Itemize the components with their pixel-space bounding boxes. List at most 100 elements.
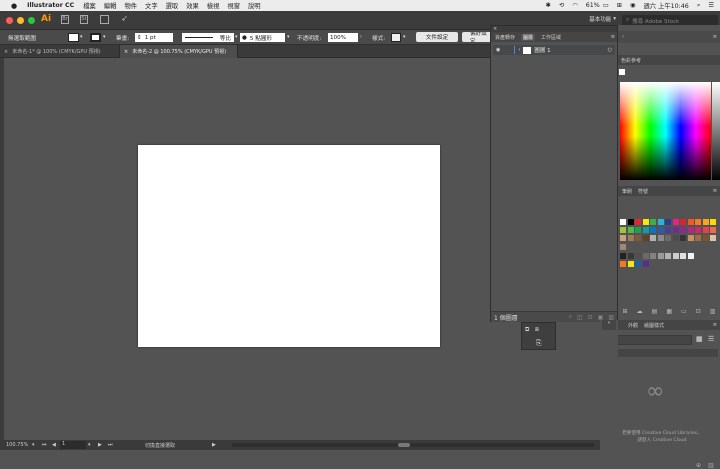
menu-object[interactable]: 物件 <box>124 1 137 10</box>
grid-view-icon[interactable]: ▦ <box>696 335 703 343</box>
expand-arrow-icon[interactable]: › <box>518 47 520 53</box>
chevron-down-icon[interactable]: ▾ <box>32 442 35 448</box>
color-swatch[interactable] <box>702 227 709 233</box>
color-swatch[interactable] <box>687 235 694 241</box>
status-menu-arrow-icon[interactable]: ▶ <box>212 442 216 448</box>
close-window-button[interactable] <box>6 17 13 24</box>
color-swatch[interactable] <box>695 227 701 233</box>
menu-select[interactable]: 選取 <box>166 1 179 10</box>
color-swatch[interactable] <box>657 219 664 225</box>
fill-swatch[interactable] <box>68 33 79 42</box>
visibility-eye-icon[interactable]: ◉ <box>496 47 500 53</box>
document-setup-button[interactable]: 文件設定 <box>416 32 458 42</box>
color-swatch[interactable] <box>702 235 709 241</box>
color-grayscale-strip[interactable] <box>712 82 720 180</box>
last-artboard-icon[interactable]: ⏭ <box>108 442 113 448</box>
spotlight-icon[interactable]: ⌕ <box>697 2 701 10</box>
minimize-window-button[interactable] <box>17 17 24 24</box>
prev-artboard-icon[interactable]: ◀ <box>52 442 56 448</box>
color-swatch[interactable] <box>695 219 701 225</box>
color-swatch[interactable] <box>620 261 626 267</box>
color-swatch[interactable] <box>635 227 641 233</box>
color-swatch[interactable] <box>710 227 716 233</box>
first-artboard-icon[interactable]: ⏮ <box>42 442 47 448</box>
new-sublayer-icon[interactable]: ⊡ <box>588 314 593 321</box>
layer-name[interactable]: 圖層 1 <box>534 46 550 54</box>
battery-icon[interactable]: ▭ <box>603 2 609 9</box>
color-swatch[interactable] <box>650 253 656 259</box>
menu-effect[interactable]: 效果 <box>186 1 199 10</box>
color-swatch[interactable] <box>680 235 686 241</box>
chevron-down-icon[interactable]: ▾ <box>80 34 83 40</box>
scroll-thumb[interactable] <box>398 443 410 447</box>
color-swatch[interactable] <box>665 253 671 259</box>
color-swatch[interactable] <box>665 219 671 225</box>
color-swatch[interactable] <box>680 219 686 225</box>
swatch-options-icon[interactable]: ▦ <box>666 308 672 315</box>
menu-view[interactable]: 檢視 <box>207 1 220 10</box>
tab-graphic-styles[interactable]: 繪圖樣式 <box>644 322 664 329</box>
locate-object-icon[interactable]: ⌕ <box>569 313 572 321</box>
color-swatch[interactable] <box>627 227 634 233</box>
color-swatch[interactable] <box>657 253 664 259</box>
color-swatch[interactable] <box>687 219 694 225</box>
user-icon[interactable]: ◉ <box>630 2 636 9</box>
gpu-performance-icon[interactable]: ➶ <box>121 14 128 23</box>
color-swatch[interactable] <box>687 227 694 233</box>
layer-row[interactable]: ◉ › 圖層 1 ○ <box>493 45 615 55</box>
color-swatch[interactable] <box>672 235 679 241</box>
tab-layers[interactable]: 圖層 <box>521 33 536 41</box>
color-swatch[interactable] <box>657 235 664 241</box>
chevron-down-icon[interactable]: ▾ <box>403 34 406 40</box>
menu-help[interactable]: 說明 <box>248 1 261 10</box>
color-swatch[interactable] <box>650 235 656 241</box>
menu-type[interactable]: 文字 <box>145 1 158 10</box>
bluetooth-icon[interactable]: ✱ <box>546 2 551 9</box>
new-group-icon[interactable]: ▭ <box>681 308 687 315</box>
color-swatch[interactable] <box>672 227 679 233</box>
target-circle-icon[interactable]: ○ <box>608 47 612 53</box>
color-swatch[interactable] <box>642 219 649 225</box>
chevron-left-icon[interactable]: ‹ <box>622 34 624 40</box>
libraries-icon[interactable]: ⧉ <box>525 326 529 334</box>
fill-stroke-preview[interactable] <box>619 69 625 75</box>
color-swatch[interactable] <box>635 219 641 225</box>
libraries-tab-collapse[interactable]: « <box>602 320 616 330</box>
color-swatch[interactable] <box>665 235 671 241</box>
battery-percent[interactable]: 61% <box>586 2 600 9</box>
color-swatch[interactable] <box>710 219 716 225</box>
color-guide-title[interactable]: 色彩參考 <box>621 57 641 64</box>
swatch-library-icon[interactable]: ⊞ <box>623 308 628 315</box>
color-swatch[interactable] <box>635 253 641 259</box>
delete-library-icon[interactable]: ▥ <box>708 462 714 469</box>
color-swatch[interactable] <box>635 235 641 241</box>
cloud-icon[interactable]: ☁ <box>637 308 643 315</box>
chevron-down-icon[interactable]: ▾ <box>287 34 290 40</box>
color-swatch[interactable] <box>620 235 626 241</box>
graphic-style-swatch[interactable] <box>391 33 401 42</box>
color-swatch[interactable] <box>657 227 664 233</box>
input-method-icon[interactable]: ⊞ <box>617 2 622 9</box>
color-swatch[interactable] <box>650 219 656 225</box>
menu-edit[interactable]: 編輯 <box>104 1 117 10</box>
chevron-down-icon[interactable]: ▾ <box>88 442 91 448</box>
stroke-swatch[interactable] <box>90 33 101 42</box>
stock-icon[interactable]: St <box>80 15 88 24</box>
color-swatch[interactable] <box>635 261 641 267</box>
chevron-down-icon[interactable]: ▾ <box>103 34 106 40</box>
workspace-switcher[interactable]: 基本功能 ▾ <box>576 14 616 24</box>
tab-symbols[interactable]: 符號 <box>638 188 648 195</box>
library-search-input[interactable]: ⌕ ▾ <box>604 349 718 357</box>
color-swatch[interactable] <box>620 244 626 250</box>
color-swatch[interactable] <box>627 235 634 241</box>
show-kinds-icon[interactable]: ▤ <box>652 308 658 315</box>
tab-brushes[interactable]: 筆刷 <box>622 188 632 195</box>
stepper-icon[interactable]: ⇕ <box>137 35 142 41</box>
stroke-profile-select[interactable]: 等比 <box>182 33 234 42</box>
new-swatch-icon[interactable]: ⊡ <box>696 308 701 315</box>
menubar-clock[interactable]: 週六 上午10:46 <box>643 1 688 10</box>
color-swatch[interactable] <box>672 253 679 259</box>
next-artboard-icon[interactable]: ▶ <box>98 442 102 448</box>
preferences-button[interactable]: 偏好設定 <box>462 32 492 42</box>
panel-menu-icon[interactable]: ≡ <box>713 34 717 40</box>
